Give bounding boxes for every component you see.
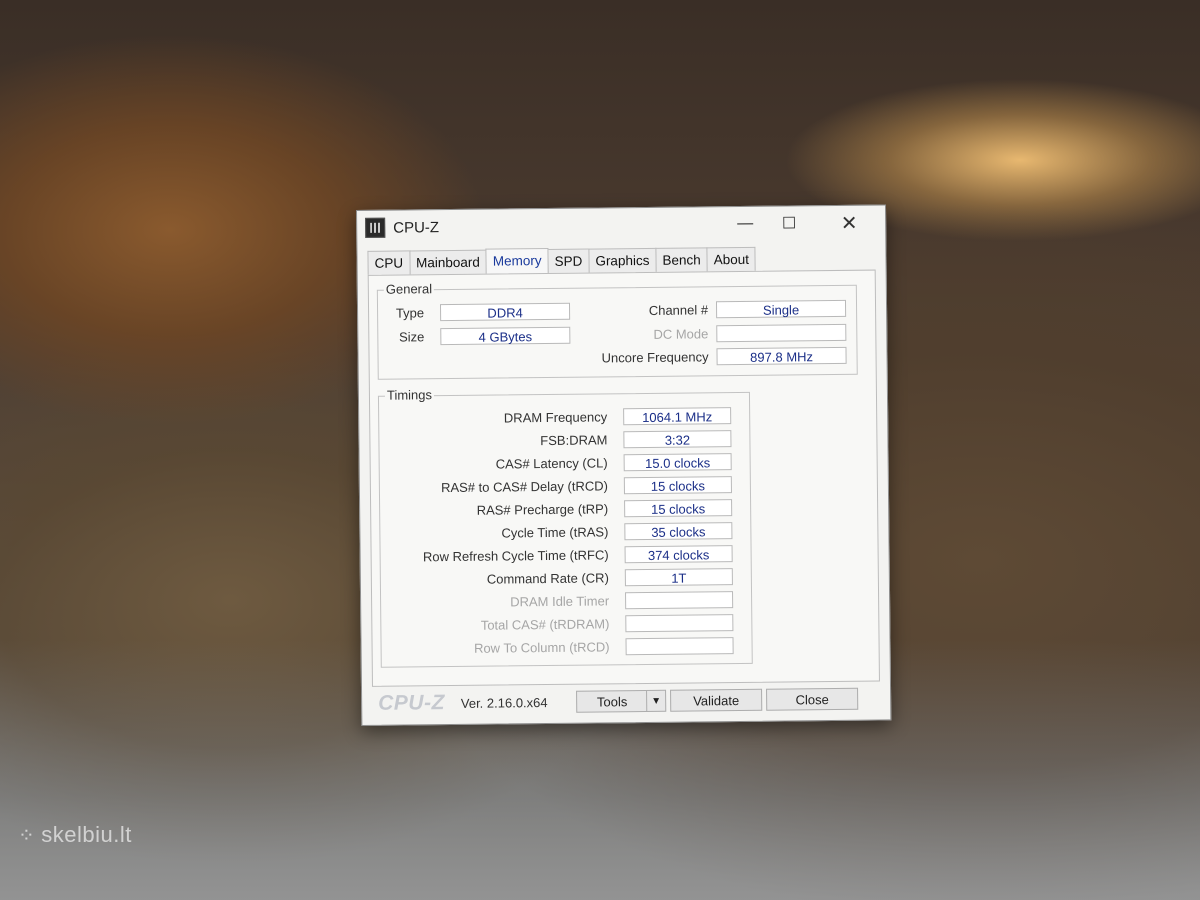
- tab-memory[interactable]: Memory: [485, 247, 549, 275]
- tools-dropdown-arrow-icon[interactable]: ▼: [646, 690, 666, 711]
- footer-bar: CPU-Z Ver. 2.16.0.x64 Tools ▼ Validate C…: [372, 684, 880, 719]
- window-title: CPU-Z: [393, 218, 440, 237]
- timing-row: Command Rate (CR) 1T: [385, 568, 733, 589]
- tab-bench[interactable]: Bench: [655, 247, 708, 272]
- channel-row: Channel # Single: [588, 299, 847, 320]
- watermark-text: skelbiu.lt: [41, 822, 132, 847]
- version-label: Ver. 2.16.0.x64: [460, 694, 548, 711]
- command-rate-value: 1T: [624, 568, 733, 587]
- cpuz-window: CPU-Z — ☐ ✕ CPU Mainboard Memory SPD Gra…: [356, 204, 892, 726]
- type-value: DDR4: [439, 302, 571, 322]
- uncore-frequency-value: 897.8 MHz: [716, 346, 847, 366]
- size-label: Size: [398, 329, 425, 345]
- trcd-label: RAS# to CAS# Delay (tRCD): [440, 478, 608, 496]
- size-value: 4 GBytes: [440, 326, 571, 346]
- timing-row: Row To Column (tRCD): [386, 637, 734, 658]
- timing-row: RAS# Precharge (tRP) 15 clocks: [384, 499, 733, 520]
- tools-button[interactable]: Tools ▼: [576, 689, 667, 713]
- tras-label: Cycle Time (tRAS): [501, 524, 609, 541]
- watermark-logo-icon: ⁘: [18, 825, 36, 847]
- trfc-label: Row Refresh Cycle Time (tRFC): [422, 547, 609, 565]
- total-cas-value: [625, 614, 734, 633]
- trcd-value: 15 clocks: [623, 476, 732, 495]
- tab-spd[interactable]: SPD: [547, 248, 590, 273]
- timing-row: Row Refresh Cycle Time (tRFC) 374 clocks: [385, 545, 733, 566]
- title-bar[interactable]: CPU-Z — ☐ ✕: [357, 205, 885, 245]
- trp-value: 15 clocks: [624, 499, 733, 518]
- fsb-dram-value: 3:32: [623, 430, 732, 449]
- timing-row: CAS# Latency (CL) 15.0 clocks: [384, 453, 732, 474]
- close-button[interactable]: Close: [766, 687, 859, 711]
- dram-idle-timer-label: DRAM Idle Timer: [510, 593, 610, 610]
- tras-value: 35 clocks: [624, 522, 733, 541]
- fsb-dram-label: FSB:DRAM: [540, 432, 608, 449]
- tab-about[interactable]: About: [706, 246, 757, 272]
- timings-group-title: Timings: [384, 387, 435, 403]
- size-row: Size 4 GBytes: [384, 326, 571, 346]
- dram-frequency-value: 1064.1 MHz: [623, 407, 732, 426]
- dc-mode-label: DC Mode: [653, 326, 709, 342]
- timing-row: Total CAS# (tRDRAM): [385, 614, 734, 635]
- dc-mode-row: DC Mode: [588, 323, 847, 344]
- type-row: Type DDR4: [384, 302, 571, 322]
- validate-button[interactable]: Validate: [670, 688, 763, 712]
- row-to-column-label: Row To Column (tRCD): [473, 639, 610, 656]
- timings-group: Timings DRAM Frequency 1064.1 MHz FSB:DR…: [377, 387, 753, 668]
- tools-button-label: Tools: [596, 693, 628, 710]
- cpuz-app-icon: [365, 217, 386, 238]
- trfc-value: 374 clocks: [624, 545, 733, 564]
- cpuz-brand-logo: CPU-Z: [378, 691, 445, 715]
- minimize-icon[interactable]: —: [723, 207, 767, 241]
- watermark: ⁘ skelbiu.lt: [18, 822, 132, 848]
- tab-mainboard[interactable]: Mainboard: [408, 249, 487, 275]
- timing-row: FSB:DRAM 3:32: [383, 430, 732, 451]
- memory-panel: General Type DDR4 Size 4 GBytes Channel …: [367, 269, 880, 687]
- command-rate-label: Command Rate (CR): [486, 570, 609, 587]
- general-group-title: General: [383, 281, 435, 297]
- cas-latency-label: CAS# Latency (CL): [495, 455, 608, 472]
- trp-label: RAS# Precharge (tRP): [476, 501, 609, 518]
- tab-graphics[interactable]: Graphics: [588, 247, 657, 273]
- general-group: General Type DDR4 Size 4 GBytes Channel …: [376, 281, 858, 380]
- maximize-icon[interactable]: ☐: [767, 206, 811, 240]
- timing-row: DRAM Idle Timer: [385, 591, 734, 612]
- type-label: Type: [395, 305, 425, 321]
- tab-cpu[interactable]: CPU: [367, 250, 411, 275]
- uncore-row: Uncore Frequency 897.8 MHz: [588, 346, 847, 367]
- timing-row: DRAM Frequency 1064.1 MHz: [383, 407, 732, 428]
- dram-idle-timer-value: [625, 591, 734, 610]
- dram-frequency-label: DRAM Frequency: [503, 409, 608, 426]
- channel-label: Channel #: [648, 302, 709, 318]
- total-cas-label: Total CAS# (tRDRAM): [480, 616, 610, 633]
- dc-mode-value: [716, 323, 847, 343]
- timing-row: RAS# to CAS# Delay (tRCD) 15 clocks: [384, 476, 732, 497]
- row-to-column-value: [625, 637, 734, 656]
- cas-latency-value: 15.0 clocks: [623, 453, 732, 472]
- channel-value: Single: [715, 299, 847, 319]
- uncore-frequency-label: Uncore Frequency: [601, 349, 709, 366]
- close-window-icon[interactable]: ✕: [827, 206, 871, 240]
- timing-row: Cycle Time (tRAS) 35 clocks: [384, 522, 733, 543]
